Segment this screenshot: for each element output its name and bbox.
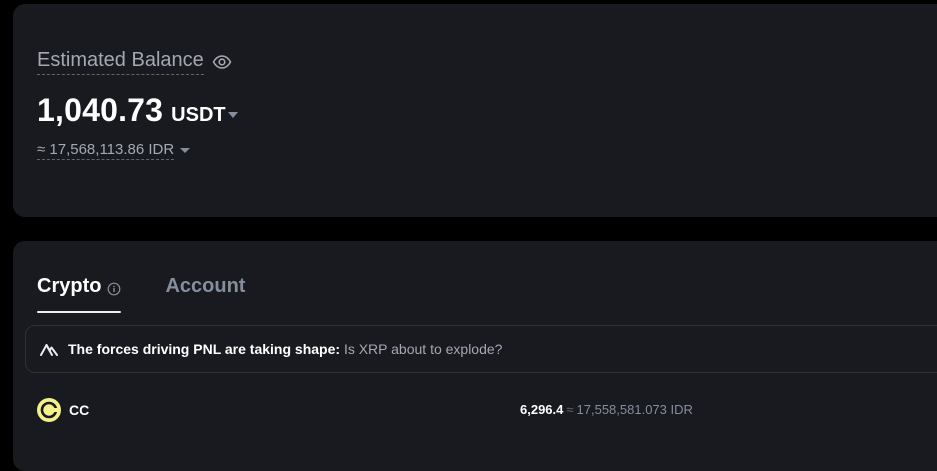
assets-card: Crypto Account The forces driving PNL ar… (13, 241, 937, 471)
news-banner[interactable]: The forces driving PNL are taking shape:… (25, 325, 937, 373)
cc-coin-icon (37, 398, 61, 422)
coin-fiat-value: 17,558,581.073 IDR (576, 402, 693, 417)
coin-amount: 6,296.4 (520, 402, 564, 417)
currency-label: USDT (171, 104, 226, 126)
balance-card: Estimated Balance 1,040.73 USDT ≈ 17,568… (13, 4, 937, 217)
tab-crypto[interactable]: Crypto (37, 272, 122, 313)
banner-link[interactable]: Is XRP about to explode? (344, 341, 503, 357)
asset-row[interactable]: CC 6,296.4 ≈17,558,581.073 IDR (37, 396, 937, 424)
fiat-approx-value: ≈ 17,568,113.86 IDR (37, 141, 175, 160)
estimated-balance-label-group: Estimated Balance (37, 49, 232, 75)
approx-symbol: ≈ (566, 402, 574, 417)
balance-amount: 1,040.73 (37, 92, 164, 128)
currency-selector[interactable]: USDT (171, 104, 238, 127)
info-icon[interactable] (107, 279, 121, 296)
caret-down-icon (180, 148, 191, 153)
active-tab-indicator (37, 311, 122, 313)
eye-icon[interactable] (212, 52, 232, 72)
caret-down-icon (227, 112, 238, 118)
coin-holdings: 6,296.4 ≈17,558,581.073 IDR (520, 402, 693, 417)
tab-account-label: Account (165, 274, 246, 297)
balance-amount-group: 1,040.73 USDT (37, 92, 238, 129)
mountain-logo-icon (40, 340, 58, 358)
tab-account[interactable]: Account (165, 272, 245, 300)
banner-title: The forces driving PNL are taking shape: (68, 341, 341, 357)
tab-crypto-label: Crypto (37, 274, 102, 297)
coin-symbol: CC (69, 402, 90, 418)
estimated-balance-label[interactable]: Estimated Balance (37, 49, 204, 75)
asset-tabs: Crypto Account (37, 272, 245, 313)
fiat-selector[interactable]: ≈ 17,568,113.86 IDR (37, 141, 191, 160)
